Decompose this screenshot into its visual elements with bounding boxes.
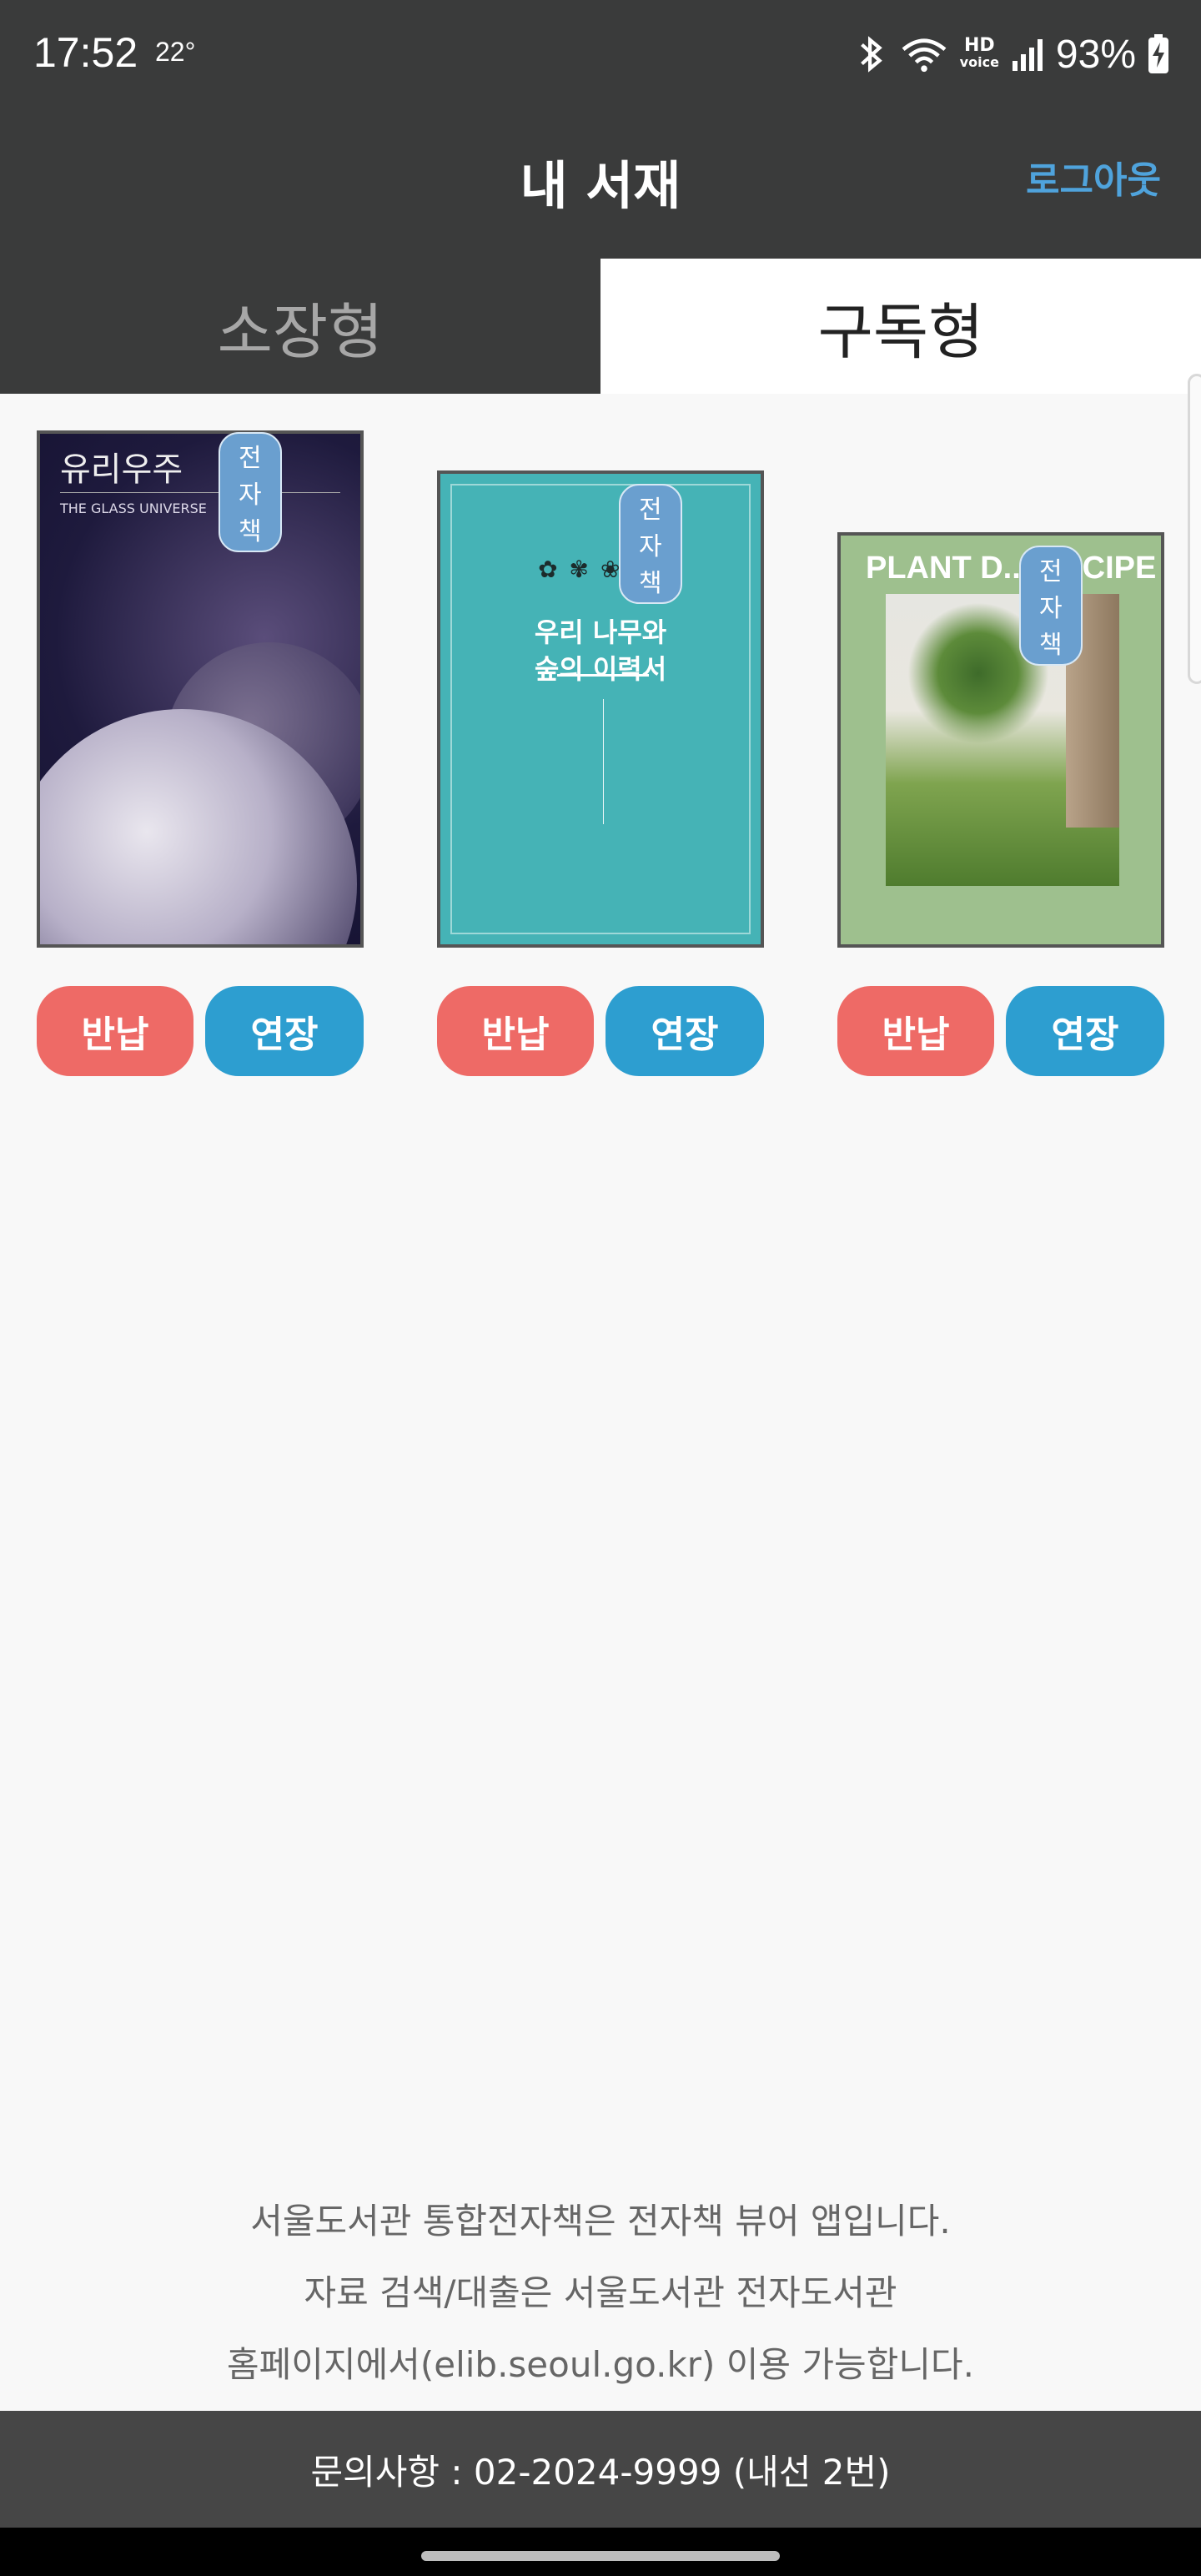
contact-bar: 문의사항 : 02-2024-9999 (내선 2번) [0, 2411, 1201, 2528]
extend-button[interactable]: 연장 [1006, 986, 1164, 1076]
footer-notice: 서울도서관 통합전자책은 전자책 뷰어 앱입니다. 자료 검색/대출은 서울도서… [0, 2186, 1201, 2401]
status-time: 17:52 [33, 29, 138, 76]
app-bar: 내 서재 로그아웃 [0, 108, 1201, 259]
divider [603, 699, 604, 824]
book-cover[interactable]: 유리우주 THE GLASS UNIVERSE [37, 430, 364, 948]
scroll-handle[interactable] [1188, 374, 1201, 684]
footer-line: 자료 검색/대출은 서울도서관 전자도서관 [304, 2272, 897, 2313]
hd-voice-icon: HD voice [959, 35, 999, 71]
ebook-badge: 전자책 [1019, 546, 1083, 666]
extend-button[interactable]: 연장 [606, 986, 764, 1076]
return-button[interactable]: 반납 [837, 986, 994, 1076]
ebook-badge: 전자책 [619, 484, 682, 604]
signal-icon [1012, 39, 1043, 71]
cover-subtitle: THE GLASS UNIVERSE [60, 501, 207, 516]
page-title: 내 서재 [520, 155, 681, 216]
system-nav-bar [0, 2528, 1201, 2576]
leaf-icons: ✿✾❀✿ [538, 556, 663, 583]
extend-button[interactable]: 연장 [205, 986, 364, 1076]
divider [60, 492, 340, 493]
divider [557, 674, 649, 677]
status-bar: 17:52 22° HD voice 93% [0, 0, 1201, 108]
battery-percent: 93% [1055, 32, 1136, 77]
book-cover[interactable]: PLANT D... RECIPE [837, 532, 1164, 948]
library-tabs: 소장형 구독형 [0, 259, 1201, 394]
ebook-badge: 전자책 [219, 432, 282, 552]
cover-frame [450, 484, 751, 934]
home-gesture-handle[interactable] [421, 2551, 780, 2561]
return-button[interactable]: 반납 [437, 986, 594, 1076]
wifi-icon [902, 38, 947, 73]
tab-subscription[interactable]: 구독형 [600, 259, 1201, 394]
bluetooth-icon [860, 36, 882, 73]
cover-title: PLANT D... RECIPE [866, 551, 1157, 586]
book-cover[interactable]: ✿✾❀✿ 우리 나무와 숲의 이력서 [437, 470, 764, 948]
footer-line: 서울도서관 통합전자책은 전자책 뷰어 앱입니다. [250, 2201, 951, 2241]
footer-line: 홈페이지에서(elib.seoul.go.kr) 이용 가능합니다. [227, 2344, 974, 2385]
battery-charging-icon [1148, 34, 1168, 73]
cover-title: 유리우주 [60, 450, 183, 489]
status-temperature: 22° [155, 37, 196, 67]
status-icons: HD voice 93% [855, 25, 1169, 83]
logout-button[interactable]: 로그아웃 [1026, 150, 1161, 204]
tab-owned[interactable]: 소장형 [0, 259, 600, 394]
return-button[interactable]: 반납 [37, 986, 193, 1076]
contact-info: 문의사항 : 02-2024-9999 (내선 2번) [310, 2451, 891, 2493]
